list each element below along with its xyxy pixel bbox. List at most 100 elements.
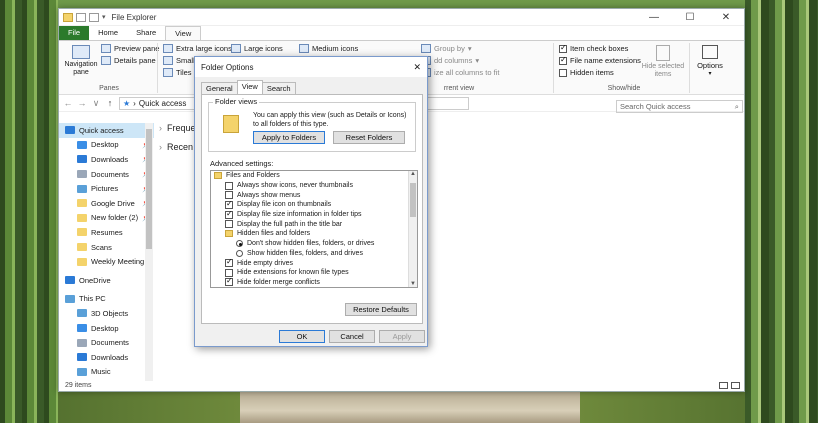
navigation-pane-button[interactable]: Navigation pane xyxy=(63,43,99,77)
sidebar-item[interactable]: New folder (2)📌 xyxy=(59,211,154,226)
tab-general[interactable]: General xyxy=(201,82,238,94)
setting-row[interactable]: Show hidden files, folders, and drives xyxy=(211,249,417,259)
layout-large-icons[interactable]: Large icons xyxy=(231,43,283,55)
settings-scrollbar[interactable]: ▲ ▼ xyxy=(408,171,417,287)
sidebar-item[interactable]: Scans xyxy=(59,240,154,255)
hidden-items-checkbox[interactable] xyxy=(559,68,567,77)
file-name-extensions-checkbox[interactable] xyxy=(559,55,567,65)
sidebar-item-label: Documents xyxy=(91,338,129,348)
back-arrow-icon[interactable]: ← xyxy=(63,98,73,108)
settings-scrollbar-thumb[interactable] xyxy=(410,183,416,217)
sidebar-item[interactable]: Documents📌 xyxy=(59,167,154,182)
setting-radio[interactable] xyxy=(236,249,243,257)
sidebar-item[interactable]: OneDrive xyxy=(59,273,154,288)
background-forest-right xyxy=(745,0,818,423)
preview-pane-button[interactable]: Preview pane xyxy=(101,43,159,54)
scroll-down-icon[interactable]: ▼ xyxy=(410,281,416,287)
advanced-settings-label: Advanced settings: xyxy=(210,159,274,168)
sidebar-item[interactable]: Downloads xyxy=(59,350,154,365)
setting-checkbox[interactable] xyxy=(225,220,233,229)
minimize-button[interactable]: — xyxy=(636,9,672,26)
sidebar-item[interactable]: Documents xyxy=(59,335,154,350)
options-button[interactable]: Options ▾ xyxy=(693,43,727,77)
details-view-icon[interactable] xyxy=(719,382,728,389)
file-name-extensions-toggle[interactable]: File name extensions xyxy=(559,55,641,66)
maximize-button[interactable]: ☐ xyxy=(672,9,708,26)
setting-row[interactable]: Hide folder merge conflicts xyxy=(211,276,417,287)
sidebar-item[interactable]: Quick access xyxy=(59,123,154,138)
group-by-button[interactable]: Group by ▾ xyxy=(421,43,499,54)
forward-arrow-icon[interactable]: → xyxy=(77,98,87,108)
sidebar-item[interactable]: Music xyxy=(59,365,154,380)
cancel-button[interactable]: Cancel xyxy=(329,330,375,343)
tab-file[interactable]: File xyxy=(59,26,90,40)
item-checkboxes-checkbox[interactable] xyxy=(559,43,567,53)
setting-radio[interactable] xyxy=(236,240,243,248)
documents-icon xyxy=(77,338,87,347)
sidebar-item[interactable]: Weekly Meeting xyxy=(59,254,154,269)
setting-checkbox[interactable] xyxy=(225,276,233,287)
close-button[interactable]: ✕ xyxy=(708,9,744,26)
size-columns-label: ize all columns to fit xyxy=(434,68,500,77)
section-recent[interactable]: › Recen xyxy=(159,142,193,152)
sidebar-item[interactable]: Resumes xyxy=(59,225,154,240)
navigation-pane-icon xyxy=(72,45,90,59)
background-path xyxy=(240,392,580,423)
ok-button[interactable]: OK xyxy=(279,330,325,343)
item-checkboxes-toggle[interactable]: Item check boxes xyxy=(559,43,641,54)
setting-label: Always show menus xyxy=(237,191,301,199)
layout-medium-icons[interactable]: Medium icons xyxy=(299,43,358,55)
setting-row[interactable]: Display file icon on thumbnails xyxy=(211,199,417,210)
apply-to-folders-button[interactable]: Apply to Folders xyxy=(253,131,325,144)
new-folder-icon[interactable] xyxy=(89,12,99,22)
up-arrow-icon[interactable]: ↑ xyxy=(105,98,115,108)
tab-view[interactable]: View xyxy=(236,80,263,94)
sidebar-item[interactable]: Google Drive📌 xyxy=(59,196,154,211)
sidebar-item[interactable]: Desktop📌 xyxy=(59,138,154,153)
setting-row[interactable]: Don't show hidden files, folders, or dri… xyxy=(211,239,417,249)
setting-row[interactable]: Always show icons, never thumbnails xyxy=(211,181,417,191)
setting-checkbox[interactable] xyxy=(225,181,233,190)
setting-row[interactable]: Hide empty drives xyxy=(211,257,417,268)
properties-icon[interactable] xyxy=(76,12,86,22)
section-frequent[interactable]: › Freque xyxy=(159,123,196,133)
breadcrumb-chevron-icon: › xyxy=(133,98,136,108)
show-hide-group: Item check boxes File name extensions Hi… xyxy=(559,43,641,79)
tab-share[interactable]: Share xyxy=(127,26,165,40)
scrollbar-thumb[interactable] xyxy=(146,129,152,249)
setting-row[interactable]: Display the full path in the title bar xyxy=(211,219,417,229)
apply-button[interactable]: Apply xyxy=(379,330,425,343)
setting-row[interactable]: Display file size information in folder … xyxy=(211,209,417,220)
setting-label: Files and Folders xyxy=(226,172,280,180)
recent-chevron-icon[interactable]: ∨ xyxy=(91,98,101,109)
dialog-close-icon[interactable]: ✕ xyxy=(413,62,421,73)
setting-checkbox[interactable] xyxy=(225,257,233,268)
sidebar-item[interactable]: 3D Objects xyxy=(59,306,154,321)
layout-extra-large-icons[interactable]: Extra large icons xyxy=(163,43,232,54)
setting-checkbox[interactable] xyxy=(225,209,233,219)
hide-selected-items-button[interactable]: Hide selected items xyxy=(641,43,685,79)
sidebar-item[interactable]: Downloads📌 xyxy=(59,152,154,167)
tab-home[interactable]: Home xyxy=(89,26,127,40)
setting-row[interactable]: Hide extensions for known file types xyxy=(211,268,417,278)
details-pane-button[interactable]: Details pane xyxy=(101,55,159,66)
toolbar-chevron-icon[interactable]: ▾ xyxy=(102,13,106,21)
sidebar-item[interactable]: This PC xyxy=(59,292,154,307)
layout-small-icons-label: Small xyxy=(176,56,195,65)
setting-row[interactable]: Files and Folders xyxy=(211,171,417,181)
sidebar-item[interactable]: Pictures📌 xyxy=(59,181,154,196)
search-input[interactable]: Search Quick access ⌕ xyxy=(616,100,743,113)
restore-defaults-button[interactable]: Restore Defaults xyxy=(345,303,417,316)
reset-folders-button[interactable]: Reset Folders xyxy=(333,131,405,144)
scroll-up-icon[interactable]: ▲ xyxy=(410,171,416,177)
hidden-items-toggle[interactable]: Hidden items xyxy=(559,67,641,78)
tab-view[interactable]: View xyxy=(165,26,202,40)
size-columns-button[interactable]: ize all columns to fit xyxy=(421,67,499,78)
add-columns-button[interactable]: dd columns ▾ xyxy=(421,55,499,66)
setting-row[interactable]: Hidden files and folders xyxy=(211,229,417,239)
sidebar-item[interactable]: Desktop xyxy=(59,321,154,336)
setting-row[interactable]: Always show menus xyxy=(211,190,417,200)
sidebar-scrollbar[interactable] xyxy=(145,123,153,381)
tab-search[interactable]: Search xyxy=(261,82,296,94)
large-icons-view-icon[interactable] xyxy=(731,382,740,389)
